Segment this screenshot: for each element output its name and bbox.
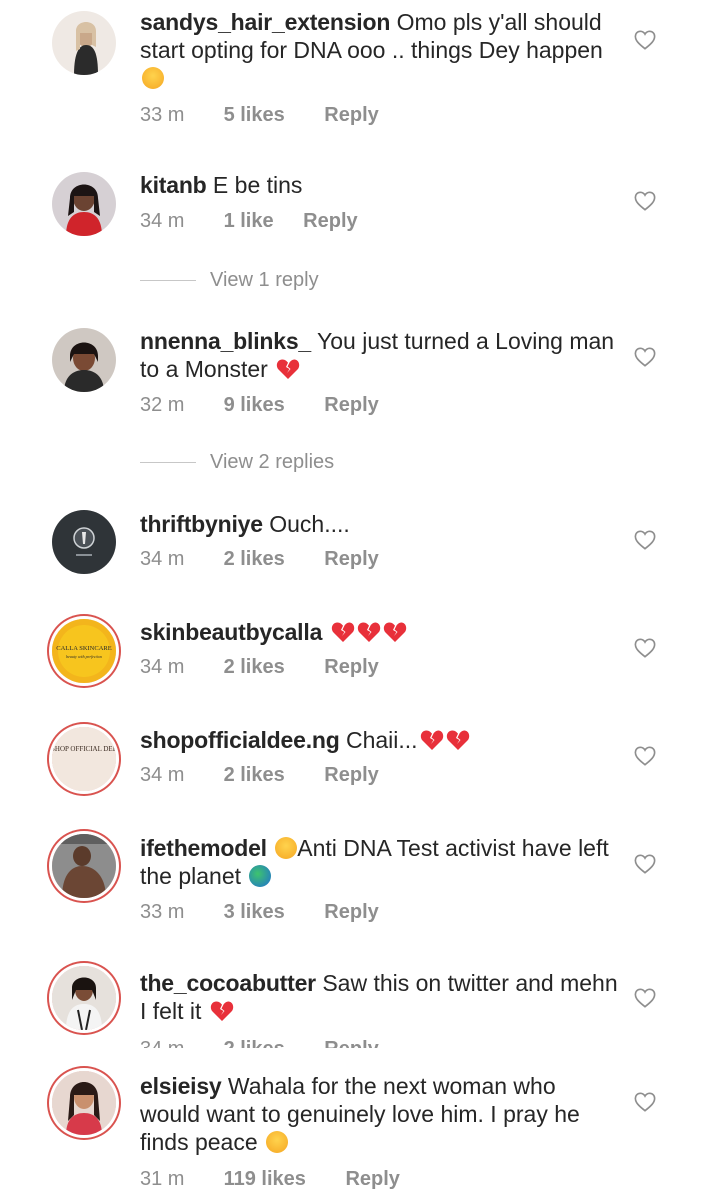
loudly-crying-face-icon (142, 67, 164, 89)
likes-count[interactable]: 3 likes (224, 901, 285, 924)
comment-meta: 34 m 2 likes Reply (140, 764, 379, 787)
broken-heart-icon (210, 1000, 234, 1022)
comment-meta: 33 m 5 likes Reply (140, 104, 379, 127)
broken-heart-icon (446, 729, 470, 751)
avatar-logo-subtext: beauty with perfection (66, 654, 102, 659)
likes-count[interactable]: 2 likes (224, 764, 285, 787)
username[interactable]: kitanb (140, 172, 207, 198)
disappointed-face-icon (275, 837, 298, 859)
broken-heart-icon (420, 729, 444, 751)
comment-body: Chaii... (345, 727, 418, 753)
comment-text: shopofficialdee.ng Chaii... (140, 726, 620, 754)
likes-count[interactable]: 2 likes (224, 656, 285, 679)
avatar[interactable] (52, 1071, 116, 1135)
comment-text: thriftbyniye Ouch.... (140, 510, 620, 538)
avatar[interactable] (52, 172, 116, 236)
like-heart-icon[interactable] (634, 987, 656, 1009)
timestamp: 34 m (140, 548, 185, 570)
comment-text: skinbeautbycalla (140, 618, 620, 646)
broken-heart-icon (357, 621, 381, 643)
comment-meta: 34 m 2 likes Reply (140, 1038, 379, 1048)
comment-body: E be tins (212, 172, 303, 198)
timestamp: 33 m (140, 104, 185, 126)
username[interactable]: skinbeautbycalla (140, 619, 322, 645)
avatar-logo-text: SHOP OFFICIAL DEE (52, 745, 116, 753)
avatar-logo-text: CALLA SKINCARE (56, 645, 111, 652)
like-heart-icon[interactable] (634, 1091, 656, 1113)
timestamp: 34 m (140, 764, 185, 786)
comment-text: ifethemodel Anti DNA Test activist have … (140, 834, 620, 890)
username[interactable]: the_cocoabutter (140, 970, 316, 996)
comment-meta: 34 m 2 likes Reply (140, 656, 379, 679)
view-replies-label: View 2 replies (210, 451, 335, 473)
view-replies-button[interactable]: View 1 reply (140, 269, 319, 292)
username[interactable]: shopofficialdee.ng (140, 727, 340, 753)
like-heart-icon[interactable] (634, 29, 656, 51)
username[interactable]: nnenna_blinks_ (140, 328, 311, 354)
timestamp: 34 m (140, 210, 185, 232)
broken-heart-icon (276, 358, 300, 380)
username[interactable]: sandys_hair_extension (140, 9, 390, 35)
reply-button[interactable]: Reply (324, 656, 378, 679)
like-heart-icon[interactable] (634, 346, 656, 368)
likes-count[interactable]: 2 likes (224, 548, 285, 571)
likes-count[interactable]: 2 likes (224, 1038, 285, 1048)
avatar[interactable] (52, 11, 116, 75)
likes-count[interactable]: 9 likes (224, 394, 285, 417)
timestamp: 32 m (140, 394, 185, 416)
timestamp: 31 m (140, 1168, 185, 1190)
broken-heart-icon (331, 621, 355, 643)
comment-meta: 31 m 119 likes Reply (140, 1168, 400, 1191)
globe-icon (249, 865, 272, 887)
comment-text: kitanb E be tins (140, 171, 620, 199)
pensive-face-icon (266, 1131, 289, 1153)
view-replies-button[interactable]: View 2 replies (140, 451, 334, 474)
comment-meta: 34 m 1 like Reply (140, 210, 358, 233)
reply-button[interactable]: Reply (324, 548, 378, 571)
like-heart-icon[interactable] (634, 637, 656, 659)
reply-button[interactable]: Reply (324, 394, 378, 417)
comment-meta: 34 m 2 likes Reply (140, 548, 379, 571)
comment-body: Ouch.... (269, 511, 350, 537)
timestamp: 34 m (140, 656, 185, 678)
view-replies-label: View 1 reply (210, 269, 319, 291)
avatar[interactable]: SHOP OFFICIAL DEE (52, 727, 116, 791)
like-heart-icon[interactable] (634, 853, 656, 875)
like-heart-icon[interactable] (634, 529, 656, 551)
reply-button[interactable]: Reply (303, 210, 357, 233)
avatar[interactable] (52, 510, 116, 574)
comment-text: nnenna_blinks_ You just turned a Loving … (140, 327, 620, 383)
username[interactable]: ifethemodel (140, 835, 267, 861)
username[interactable]: elsieisy (140, 1073, 222, 1099)
comment-text: elsieisy Wahala for the next woman who w… (140, 1072, 620, 1156)
avatar[interactable] (52, 328, 116, 392)
username[interactable]: thriftbyniye (140, 511, 263, 537)
avatar[interactable] (52, 834, 116, 898)
likes-count[interactable]: 5 likes (224, 104, 285, 127)
avatar[interactable]: CALLA SKINCARE beauty with perfection (52, 619, 116, 683)
comment-text: the_cocoabutter Saw this on twitter and … (140, 969, 620, 1025)
timestamp: 33 m (140, 901, 185, 923)
likes-count[interactable]: 1 like (224, 210, 274, 233)
comment-meta: 32 m 9 likes Reply (140, 394, 379, 417)
timestamp: 34 m (140, 1038, 218, 1048)
like-heart-icon[interactable] (634, 190, 656, 212)
avatar[interactable] (52, 966, 116, 1030)
likes-count[interactable]: 119 likes (224, 1168, 306, 1191)
reply-button[interactable]: Reply (345, 1168, 399, 1191)
comment-text: sandys_hair_extension Omo pls y'all shou… (140, 8, 620, 92)
comment-meta: 33 m 3 likes Reply (140, 901, 379, 924)
reply-button[interactable]: Reply (324, 901, 378, 924)
like-heart-icon[interactable] (634, 745, 656, 767)
reply-button[interactable]: Reply (324, 1038, 378, 1048)
broken-heart-icon (383, 621, 407, 643)
reply-button[interactable]: Reply (324, 104, 378, 127)
divider (140, 280, 196, 282)
divider (140, 462, 196, 464)
reply-button[interactable]: Reply (324, 764, 378, 787)
